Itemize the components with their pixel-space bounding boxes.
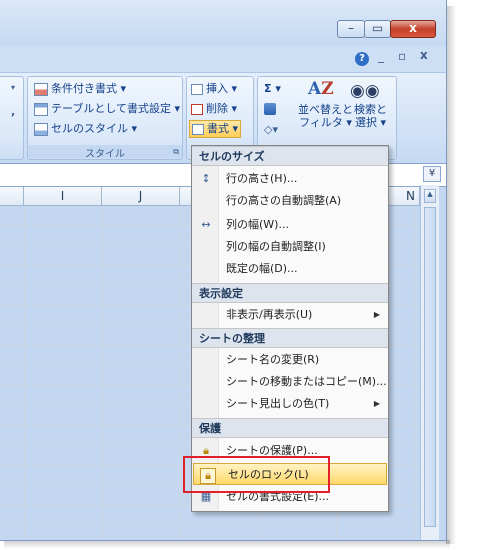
fill-icon[interactable]: [264, 103, 276, 115]
row-height-icon: ↕: [201, 172, 211, 185]
delete-button[interactable]: 削除 ▾: [191, 101, 237, 117]
table-style-icon: [34, 102, 48, 116]
comma-style-icon[interactable]: ,: [11, 105, 15, 118]
doc-close-button[interactable]: x: [420, 48, 428, 62]
submenu-arrow-icon: ▶: [373, 399, 380, 408]
ribbon-group-number: ▾ ,: [0, 76, 24, 160]
delete-cells-icon: [191, 103, 203, 115]
tab-color-label: シート見出しの色(T): [226, 397, 330, 410]
annotation-highlight-box: [183, 456, 330, 493]
restore-button[interactable]: ▭: [364, 20, 391, 38]
menu-item-row-height[interactable]: ↕ 行の高さ(H)...: [192, 168, 388, 190]
clear-icon[interactable]: ◇▾: [264, 123, 278, 136]
row-height-label: 行の高さ(H)...: [226, 172, 298, 185]
conditional-format-button[interactable]: 条件付き書式 ▾: [34, 81, 126, 97]
doc-control-bar: ? _ ▫ x: [0, 46, 446, 72]
delete-label: 削除 ▾: [206, 102, 238, 115]
title-bar: – ▭ x: [0, 0, 446, 46]
column-header-i[interactable]: I: [24, 187, 102, 205]
menu-item-move-copy-sheet[interactable]: シートの移動またはコピー(M)...: [192, 371, 388, 393]
find-select-button[interactable]: 検索と 選択 ▾: [354, 103, 387, 129]
autofit-column-label: 列の幅の自動調整(I): [226, 240, 326, 253]
column-width-icon: ↔: [201, 218, 211, 231]
submenu-arrow-icon: ▶: [373, 310, 380, 319]
menu-item-autofit-row[interactable]: 行の高さの自動調整(A): [192, 190, 388, 212]
binoculars-icon: ◉◉: [350, 81, 380, 101]
column-width-label: 列の幅(W)...: [226, 218, 289, 231]
menu-item-hide-unhide[interactable]: 非表示/再表示(U) ▶: [192, 304, 388, 326]
ribbon-group-styles: 条件付き書式 ▾ テーブルとして書式設定 ▾ セルのスタイル ▾ スタイル ⧉: [27, 76, 183, 160]
format-as-table-label: テーブルとして書式設定 ▾: [51, 102, 181, 115]
window-shadow-bottom: [4, 540, 450, 549]
styles-group-label: スタイル: [28, 145, 182, 160]
insert-label: 挿入 ▾: [206, 82, 238, 95]
conditional-format-label: 条件付き書式 ▾: [51, 82, 127, 95]
scroll-thumb[interactable]: [424, 207, 436, 527]
default-width-label: 既定の幅(D)...: [226, 262, 298, 275]
find-select-label-1: 検索と: [354, 103, 387, 116]
doc-minimize-button[interactable]: _: [378, 49, 384, 63]
insert-button[interactable]: 挿入 ▾: [191, 81, 237, 97]
autosum-button[interactable]: Σ ▾: [264, 81, 281, 97]
autofit-row-label: 行の高さの自動調整(A): [226, 194, 342, 207]
format-button[interactable]: 書式 ▾: [189, 120, 242, 138]
sort-filter-label-2: フィルタ ▾: [299, 116, 352, 129]
hide-unhide-label: 非表示/再表示(U): [226, 308, 313, 321]
cell-styles-icon: [34, 122, 48, 136]
sort-filter-label-1: 並べ替えと: [298, 103, 353, 116]
format-label: 書式 ▾: [207, 122, 239, 135]
dialog-launcher-icon[interactable]: ⧉: [173, 147, 179, 157]
section-header-cell-size: セルのサイズ: [192, 146, 388, 166]
vertical-scrollbar[interactable]: ▲: [420, 185, 439, 540]
menu-item-column-width[interactable]: ↔ 列の幅(W)...: [192, 214, 388, 236]
help-icon[interactable]: ?: [355, 52, 369, 66]
format-as-table-button[interactable]: テーブルとして書式設定 ▾: [34, 101, 180, 117]
doc-restore-button[interactable]: ▫: [398, 49, 406, 63]
menu-item-autofit-column[interactable]: 列の幅の自動調整(I): [192, 236, 388, 258]
cell-styles-label: セルのスタイル ▾: [51, 122, 138, 135]
column-header-j[interactable]: J: [102, 187, 180, 205]
section-header-visibility: 表示設定: [192, 283, 388, 303]
format-icon: [192, 123, 204, 135]
dropdown-arrow-icon[interactable]: ▾: [11, 83, 15, 92]
ribbon-filler: [397, 76, 446, 160]
sort-filter-icon: AZ: [308, 79, 334, 99]
menu-item-default-width[interactable]: 既定の幅(D)...: [192, 258, 388, 280]
section-header-organize-sheets: シートの整理: [192, 328, 388, 348]
move-copy-sheet-label: シートの移動またはコピー(M)...: [226, 375, 387, 388]
insert-cells-icon: [191, 83, 203, 95]
sort-filter-button[interactable]: 並べ替えと フィルタ ▾: [298, 103, 353, 129]
cell-styles-button[interactable]: セルのスタイル ▾: [34, 121, 137, 137]
expand-formula-bar-icon[interactable]: ¥: [423, 166, 441, 182]
minimize-button[interactable]: –: [337, 20, 365, 38]
rename-sheet-label: シート名の変更(R): [226, 353, 320, 366]
scroll-up-icon[interactable]: ▲: [424, 189, 436, 203]
section-header-protection: 保護: [192, 418, 388, 438]
conditional-format-icon: [34, 82, 48, 96]
window-shadow-right: [446, 6, 456, 544]
column-header-h[interactable]: [0, 187, 24, 205]
menu-item-tab-color[interactable]: シート見出しの色(T) ▶: [192, 393, 388, 415]
close-button[interactable]: x: [390, 20, 436, 38]
menu-item-rename-sheet[interactable]: シート名の変更(R): [192, 349, 388, 371]
find-select-label-2: 選択 ▾: [354, 116, 387, 129]
